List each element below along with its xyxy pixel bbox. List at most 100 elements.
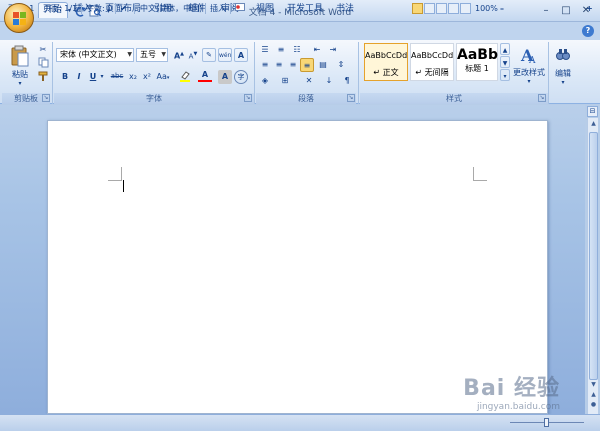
tab-calligraphy[interactable]: 书法	[332, 2, 358, 18]
align-right-icon[interactable]: ≡	[286, 58, 300, 72]
divider	[230, 3, 231, 14]
styles-more-icon[interactable]: ▾	[500, 69, 510, 81]
subscript-button[interactable]: x₂	[126, 70, 140, 84]
font-name-value: 宋体 (中文正文)	[60, 50, 117, 59]
justify-icon[interactable]: ≡	[300, 58, 314, 72]
zoom-in-button[interactable]: +	[586, 2, 593, 15]
change-case-button[interactable]: Aa▾	[154, 70, 172, 84]
styles-scroll-up-icon[interactable]: ▲	[500, 43, 510, 55]
browse-object-icon[interactable]: ●	[589, 400, 598, 410]
italic-button[interactable]: I	[72, 70, 86, 84]
font-launcher-icon[interactable]: ↘	[244, 94, 252, 102]
view-ruler-icon[interactable]: ⊟	[587, 106, 598, 117]
chevron-down-icon: ▾	[561, 79, 565, 86]
status-pages[interactable]: 页面: 1/1	[43, 2, 77, 15]
svg-text:A: A	[528, 56, 536, 65]
status-word-count[interactable]: 字数: 0	[86, 2, 112, 15]
styles-launcher-icon[interactable]: ↘	[538, 94, 546, 102]
underline-dropdown-icon[interactable]: ▾	[98, 70, 106, 84]
line-spacing-icon[interactable]: ⇕	[334, 58, 348, 72]
scroll-up-icon[interactable]: ▲	[589, 119, 598, 129]
zoom-out-button[interactable]: –	[500, 2, 504, 15]
clipboard-launcher-icon[interactable]: ↘	[42, 94, 50, 102]
ribbon-tab-bar	[0, 22, 600, 40]
proofing-icon[interactable]: ✔	[120, 2, 127, 15]
group-divider	[254, 42, 255, 104]
font-name-combo[interactable]: 宋体 (中文正文) ▼	[56, 48, 134, 62]
minimize-button[interactable]: –	[538, 4, 554, 17]
previous-page-icon[interactable]: ▲	[589, 390, 598, 400]
paste-dropdown-icon: ▾	[18, 80, 22, 87]
multilevel-list-icon[interactable]: ☷	[290, 43, 304, 57]
group-divider	[358, 42, 359, 104]
show-marks-icon[interactable]: ¶	[340, 74, 354, 88]
change-styles-button[interactable]: AA 更改样式 ▾	[512, 42, 546, 90]
sort-icon[interactable]: ↓	[322, 74, 336, 88]
style-name: 标题 1	[465, 64, 489, 73]
divider	[115, 3, 116, 14]
divider	[81, 3, 82, 14]
status-insert-mode[interactable]: 插入	[210, 2, 226, 15]
tab-view[interactable]: 视图	[252, 2, 278, 18]
outline-view-icon[interactable]	[448, 3, 459, 14]
print-layout-view-icon[interactable]	[412, 3, 423, 14]
increase-indent-icon[interactable]: ⇥	[326, 43, 340, 57]
font-size-combo[interactable]: 五号 ▼	[136, 48, 168, 62]
group-divider	[548, 42, 549, 104]
decrease-indent-icon[interactable]: ⇤	[310, 43, 324, 57]
numbering-icon[interactable]: ≡	[274, 43, 288, 57]
office-button[interactable]	[4, 3, 34, 33]
char-border-icon[interactable]: A	[234, 48, 248, 62]
font-group-label: 字体	[54, 93, 254, 104]
style-preview: AaBbCcDd	[411, 51, 454, 60]
enclose-chars-button[interactable]: 字	[234, 70, 248, 84]
zoom-slider-thumb[interactable]	[544, 418, 549, 427]
zoom-level[interactable]: 100%	[475, 2, 498, 15]
chevron-down-icon: ▼	[161, 51, 166, 58]
maximize-button[interactable]: □	[558, 4, 574, 17]
text-highlight-button[interactable]	[176, 70, 194, 84]
office-logo-icon	[13, 12, 26, 25]
format-painter-icon[interactable]	[36, 71, 50, 85]
style-heading-1[interactable]: AaBb 标题 1	[456, 43, 498, 81]
full-screen-reading-icon[interactable]	[424, 3, 435, 14]
divider	[205, 3, 206, 14]
clear-formatting-icon[interactable]: ✎	[202, 48, 216, 62]
crop-mark	[108, 167, 122, 181]
align-left-icon[interactable]: ≡	[258, 58, 272, 72]
macro-record-icon[interactable]	[235, 2, 245, 15]
style-normal[interactable]: AaBbCcDd ↵ 正文	[364, 43, 408, 81]
grow-font-button[interactable]: A▲	[172, 48, 186, 62]
shading-icon[interactable]: ◈	[258, 74, 272, 88]
superscript-button[interactable]: x²	[140, 70, 154, 84]
bold-button[interactable]: B	[58, 70, 72, 84]
scroll-down-icon[interactable]: ▼	[589, 380, 598, 390]
style-no-spacing[interactable]: AaBbCcDd ↵ 无间隔	[410, 43, 454, 81]
tab-developer[interactable]: 开发工具	[284, 2, 326, 18]
bullets-icon[interactable]: ☰	[258, 43, 272, 57]
shrink-font-button[interactable]: A▼	[186, 48, 200, 62]
divider	[134, 3, 135, 14]
char-shading-button[interactable]: A	[218, 70, 232, 84]
change-styles-icon: AA	[520, 46, 536, 66]
editing-button[interactable]: 编辑 ▾	[551, 42, 575, 90]
status-language[interactable]: 中文(简体，中国)	[140, 2, 202, 15]
chinese-layout-icon[interactable]: ✕	[302, 74, 316, 88]
align-center-icon[interactable]: ≡	[272, 58, 286, 72]
style-preview: AaBb	[457, 47, 498, 63]
web-layout-icon[interactable]	[436, 3, 447, 14]
help-icon[interactable]: ?	[582, 25, 594, 37]
font-color-button[interactable]: A	[196, 70, 214, 84]
borders-icon[interactable]: ⊞	[278, 74, 292, 88]
distributed-icon[interactable]: ▤	[316, 58, 330, 72]
phonetic-guide-button[interactable]: wén	[218, 48, 232, 62]
vertical-scrollbar[interactable]: ▲ ▼ ▲ ●	[587, 118, 598, 414]
styles-scroll-down-icon[interactable]: ▼	[500, 56, 510, 68]
scrollbar-thumb[interactable]	[589, 132, 598, 380]
paste-button[interactable]: 粘贴 ▾	[8, 42, 32, 90]
cut-icon[interactable]: ✂	[36, 43, 50, 57]
copy-icon[interactable]	[36, 57, 50, 71]
draft-view-icon[interactable]	[460, 3, 471, 14]
paragraph-launcher-icon[interactable]: ↘	[347, 94, 355, 102]
strikethrough-button[interactable]: abc	[108, 70, 126, 84]
